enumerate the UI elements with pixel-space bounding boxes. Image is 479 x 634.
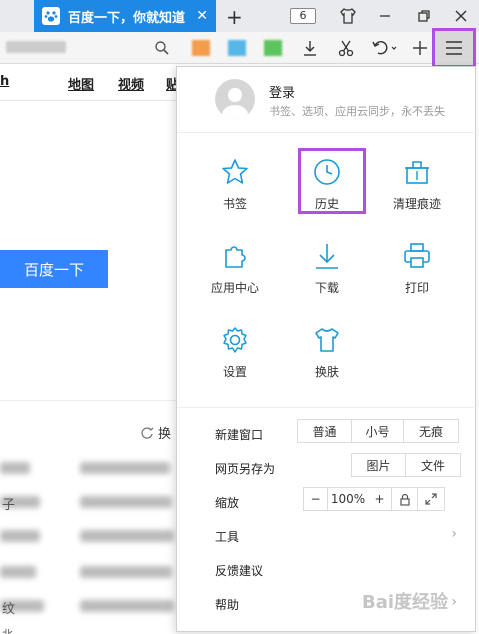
nav-link-video[interactable]: 视频 xyxy=(118,74,144,93)
trash-icon xyxy=(405,161,429,184)
refresh-icon xyxy=(141,427,154,439)
download-toolbar-icon[interactable] xyxy=(300,38,320,58)
scissors-icon[interactable] xyxy=(336,38,356,58)
menu-tools[interactable]: 工具 xyxy=(215,528,239,545)
menu-print[interactable]: 打印 xyxy=(377,241,457,311)
search-icon[interactable] xyxy=(154,40,170,56)
zoom-lock-button[interactable] xyxy=(392,488,418,510)
tab-count-badge[interactable]: 6 xyxy=(290,8,316,24)
menu-settings-label: 设置 xyxy=(222,365,247,379)
user-login-area[interactable]: 登录 书签、选项、应用云同步，永不丢失 xyxy=(177,67,477,133)
main-menu-button[interactable] xyxy=(432,28,476,68)
address-bar-text[interactable] xyxy=(6,41,66,53)
new-tab-plus-icon[interactable]: + xyxy=(226,5,243,29)
save-as-file-button[interactable]: 文件 xyxy=(406,454,460,476)
menu-download[interactable]: 下载 xyxy=(287,241,367,311)
menu-print-label: 打印 xyxy=(404,281,429,295)
zoom-in-button[interactable]: + xyxy=(368,488,392,510)
divider xyxy=(177,407,477,408)
chevron-right-icon: › xyxy=(451,594,457,610)
new-window-label: 新建窗口 xyxy=(215,428,264,442)
new-window-small-button[interactable]: 小号 xyxy=(352,420,404,442)
hot-item-text: 纹 xyxy=(2,602,16,617)
avatar[interactable] xyxy=(215,79,255,119)
menu-download-label: 下载 xyxy=(314,281,339,295)
watermark-logo: Bai度经验 xyxy=(362,592,449,613)
baidu-search-button[interactable]: 百度一下 xyxy=(0,250,108,288)
menu-app-center-label: 应用中心 xyxy=(210,281,259,295)
divider xyxy=(0,100,176,101)
menu-app-center[interactable]: 应用中心 xyxy=(195,241,275,311)
menu-settings[interactable]: 设置 xyxy=(195,325,275,395)
minimize-icon[interactable] xyxy=(375,6,395,26)
gear-icon xyxy=(223,327,247,353)
hot-item-text: 北 xyxy=(2,626,13,634)
tshirt-icon xyxy=(315,328,339,352)
baidu-paw-icon xyxy=(42,7,60,25)
extension-icon[interactable] xyxy=(228,40,246,56)
login-subtitle: 书签、选项、应用云同步，永不丢失 xyxy=(269,105,445,118)
save-as-label: 网页另存为 xyxy=(215,462,276,476)
menu-bookmarks-label: 书签 xyxy=(222,197,247,211)
tab-close-icon[interactable]: ✕ xyxy=(196,8,208,24)
nav-link-map[interactable]: 地图 xyxy=(68,74,94,93)
refresh-hot-list[interactable]: 换 xyxy=(140,423,171,442)
title-bar: 百度一下，你就知道 ✕ + 6 xyxy=(0,0,479,32)
skin-shirt-icon[interactable] xyxy=(338,6,358,26)
hot-item-text: 子 xyxy=(2,498,16,513)
puzzle-icon xyxy=(225,246,246,268)
new-window-normal-button[interactable]: 普通 xyxy=(298,420,352,442)
menu-bookmarks[interactable]: 书签 xyxy=(195,157,275,227)
browser-toolbar xyxy=(0,32,479,64)
tab-title: 百度一下，你就知道 xyxy=(68,10,186,26)
tab-baidu[interactable]: 百度一下，你就知道 ✕ xyxy=(34,0,216,32)
zoom-label: 缩放 xyxy=(215,496,240,510)
extension-icon[interactable] xyxy=(192,40,210,56)
menu-feedback[interactable]: 反馈建议 xyxy=(215,562,263,579)
menu-skin-label: 换肤 xyxy=(314,365,339,379)
new-window-options: 普通 小号 无痕 xyxy=(297,419,459,443)
download-icon xyxy=(316,244,338,269)
main-menu-panel: 登录 书签、选项、应用云同步，永不丢失 书签 历史 清理痕迹 应用中心 下载 打… xyxy=(176,66,477,632)
login-title[interactable]: 登录 xyxy=(269,82,295,101)
menu-clear-traces-label: 清理痕迹 xyxy=(392,197,441,211)
fullscreen-button[interactable] xyxy=(418,488,444,510)
save-as-options: 图片 文件 xyxy=(351,453,461,477)
star-icon xyxy=(222,159,248,184)
close-window-icon[interactable] xyxy=(451,6,471,26)
printer-icon xyxy=(404,243,430,268)
zoom-out-button[interactable]: − xyxy=(304,488,328,510)
nav-link[interactable]: h xyxy=(0,74,9,89)
highlight-box xyxy=(298,148,366,214)
refresh-label: 换 xyxy=(158,427,172,442)
divider xyxy=(0,400,176,401)
extension-icon[interactable] xyxy=(264,40,282,56)
menu-help[interactable]: 帮助 xyxy=(215,596,239,613)
expand-icon xyxy=(425,493,437,505)
zoom-controls: − 100% + xyxy=(303,487,445,511)
zoom-value: 100% xyxy=(330,492,366,506)
add-icon[interactable] xyxy=(410,38,430,58)
menu-clear-traces[interactable]: 清理痕迹 xyxy=(377,157,457,227)
undo-icon[interactable] xyxy=(370,38,398,58)
lock-icon xyxy=(399,493,410,506)
hamburger-menu-icon xyxy=(446,41,462,55)
restore-icon[interactable] xyxy=(414,6,434,26)
save-as-image-button[interactable]: 图片 xyxy=(352,454,406,476)
new-window-incognito-button[interactable]: 无痕 xyxy=(404,420,458,442)
menu-skin[interactable]: 换肤 xyxy=(287,325,367,395)
chevron-right-icon: › xyxy=(451,526,457,542)
